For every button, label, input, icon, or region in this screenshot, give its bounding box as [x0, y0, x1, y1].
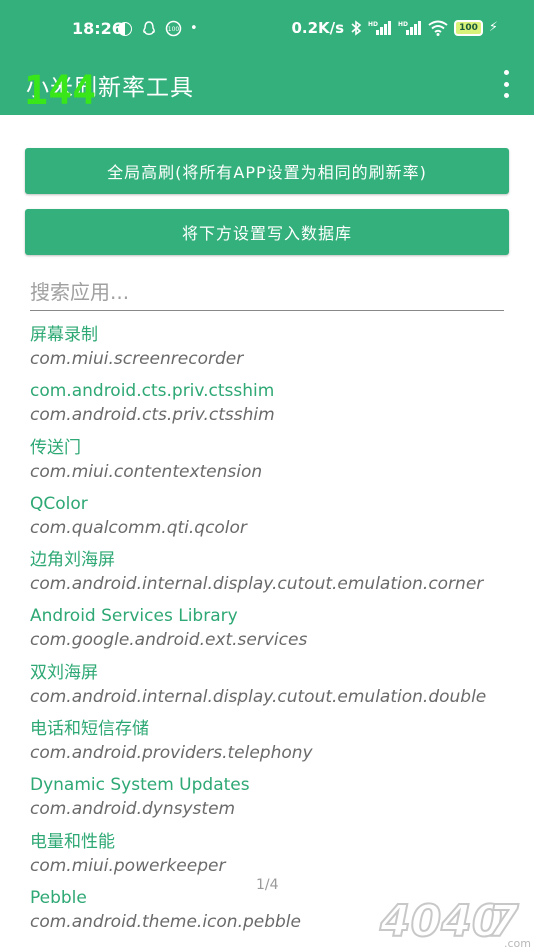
list-item[interactable]: 传送门 com.miui.contentextension — [30, 437, 530, 493]
app-package: com.miui.contentextension — [30, 461, 263, 482]
app-name: 电话和短信存储 — [30, 719, 149, 740]
write-database-button[interactable]: 将下方设置写入数据库 — [25, 209, 509, 255]
svg-text:4040: 4040 — [379, 896, 502, 947]
notification-app-icon — [118, 21, 132, 36]
app-package: com.android.dynsystem — [30, 799, 236, 820]
list-item[interactable]: Android Services Library com.google.andr… — [30, 605, 530, 661]
notification-icons: 100 • — [117, 20, 198, 37]
app-package: com.google.android.ext.services — [30, 630, 308, 651]
app-name: Dynamic System Updates — [30, 775, 250, 796]
list-item[interactable]: com.android.cts.priv.ctsshim com.android… — [30, 380, 530, 436]
fps-overlay: 144 — [24, 68, 97, 114]
svg-text:100: 100 — [168, 26, 180, 33]
app-list[interactable]: 屏幕录制 com.miui.screenrecorder com.android… — [30, 324, 530, 943]
svg-text:HD: HD — [398, 21, 408, 28]
global-high-refresh-button[interactable]: 全局高刷(将所有APP设置为相同的刷新率) — [25, 148, 509, 194]
app-name: 电量和性能 — [30, 831, 115, 852]
list-item[interactable]: 屏幕录制 com.miui.screenrecorder — [30, 324, 530, 380]
app-package: com.android.internal.display.cutout.emul… — [30, 686, 487, 707]
app-name: 边角刘海屏 — [30, 550, 115, 571]
list-item[interactable]: 电量和性能 com.miui.powerkeeper — [30, 831, 530, 887]
page-indicator: 1/4 — [256, 877, 279, 893]
overflow-menu-icon[interactable] — [500, 70, 512, 98]
network-speed: 0.2K/s — [291, 19, 345, 37]
app-bar: 小米刷新率工具 144 — [0, 58, 534, 115]
signal-1-icon: HD — [368, 21, 392, 35]
wifi-icon — [428, 20, 448, 36]
app-package: com.android.internal.display.cutout.emul… — [30, 574, 484, 595]
list-item[interactable]: Dynamic System Updates com.android.dynsy… — [30, 774, 530, 830]
list-item[interactable]: 双刘海屏 com.android.internal.display.cutout… — [30, 662, 530, 718]
charging-icon: ⚡ — [488, 20, 498, 35]
battery-100-notification-icon: 100 — [165, 20, 182, 37]
list-item[interactable]: 边角刘海屏 com.android.internal.display.cutou… — [30, 549, 530, 605]
watermark-logo: 4040 7 .com — [378, 895, 531, 949]
bluetooth-icon — [351, 20, 362, 36]
app-name: Android Services Library — [30, 606, 238, 627]
signal-2-icon: HD — [398, 21, 422, 35]
more-notifications-dot: • — [190, 20, 198, 36]
qq-icon — [143, 20, 155, 35]
list-item[interactable]: 电话和短信存储 com.android.providers.telephony — [30, 718, 530, 774]
app-package: com.qualcomm.qti.qcolor — [30, 517, 247, 538]
status-bar: 18:26 100 • 0.2K/s HD HD 100 ⚡ — [0, 0, 534, 58]
app-name: 传送门 — [30, 437, 81, 458]
app-name: 双刘海屏 — [30, 662, 98, 683]
svg-text:.com: .com — [504, 937, 531, 949]
app-name: 屏幕录制 — [30, 325, 98, 345]
app-package: com.android.cts.priv.ctsshim — [30, 405, 275, 426]
app-name: com.android.cts.priv.ctsshim — [30, 381, 275, 402]
app-package: com.miui.screenrecorder — [30, 349, 244, 369]
status-time: 18:26 — [72, 19, 123, 38]
app-name: QColor — [30, 493, 88, 514]
app-package: com.miui.powerkeeper — [30, 855, 226, 876]
status-right: 0.2K/s HD HD 100 ⚡ — [291, 19, 498, 37]
battery-icon: 100 — [454, 20, 483, 36]
battery-level: 100 — [459, 23, 478, 33]
list-item[interactable]: QColor com.qualcomm.qti.qcolor — [30, 493, 530, 549]
svg-text:HD: HD — [368, 21, 378, 28]
search-input[interactable] — [30, 276, 504, 311]
app-package: com.android.providers.telephony — [30, 743, 313, 764]
